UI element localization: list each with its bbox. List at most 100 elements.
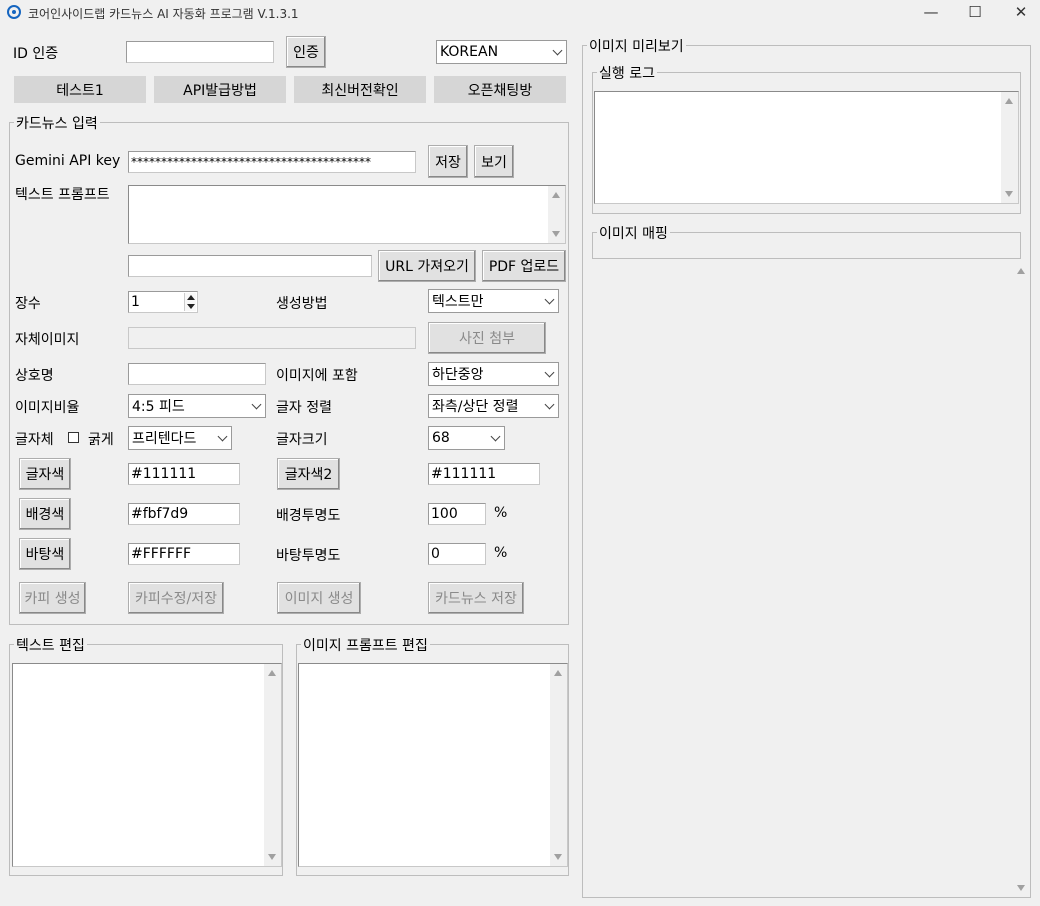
- bold-checkbox[interactable]: [68, 432, 79, 443]
- text-color-input[interactable]: #111111: [128, 463, 240, 485]
- window-title: 코어인사이드랩 카드뉴스 AI 자동화 프로그램 V.1.3.1: [28, 7, 299, 21]
- text-prompt-label: 텍스트 프롬프트: [15, 187, 110, 203]
- image-generate-button[interactable]: 이미지 생성: [277, 582, 361, 614]
- version-check-button[interactable]: 최신버전확인: [294, 76, 426, 103]
- image-mapping-title: 이미지 매핑: [597, 223, 670, 243]
- api-view-button[interactable]: 보기: [474, 145, 514, 178]
- cardnews-input-title: 카드뉴스 입력: [14, 113, 100, 133]
- gemini-api-label: Gemini API key: [15, 153, 121, 169]
- text-edit-textarea[interactable]: [12, 663, 282, 867]
- chevron-down-icon: [544, 399, 555, 410]
- font-select-value: 프리텐다드: [132, 431, 197, 447]
- method-label: 생성방법: [276, 296, 328, 312]
- api-save-button[interactable]: 저장: [428, 145, 468, 178]
- scroll-down-icon[interactable]: [1005, 191, 1013, 197]
- spin-arrows-icon[interactable]: [184, 293, 196, 311]
- count-label: 장수: [15, 296, 41, 312]
- include-select-value: 하단중앙: [432, 367, 484, 383]
- copy-generate-button[interactable]: 카피 생성: [19, 582, 86, 614]
- align-select[interactable]: 좌측/상단 정렬: [428, 394, 559, 418]
- company-input[interactable]: [128, 363, 266, 385]
- bold-label: 굵게: [88, 432, 114, 448]
- size-select[interactable]: 68: [428, 426, 505, 450]
- method-select[interactable]: 텍스트만: [428, 289, 559, 313]
- preview-scrollbar[interactable]: [1013, 262, 1030, 897]
- url-fetch-button[interactable]: URL 가져오기: [378, 250, 476, 282]
- base-opacity-label: 바탕투명도: [276, 548, 341, 564]
- title-bar: 코어인사이드랩 카드뉴스 AI 자동화 프로그램 V.1.3.1 — ☐ ✕: [0, 0, 1040, 26]
- size-select-value: 68: [432, 430, 450, 446]
- maximize-button[interactable]: ☐: [952, 0, 998, 26]
- own-image-path: [128, 327, 416, 349]
- font-select[interactable]: 프리텐다드: [128, 426, 232, 450]
- include-label: 이미지에 포함: [276, 368, 358, 384]
- bg-color-button[interactable]: 배경색: [19, 498, 71, 530]
- api-guide-button[interactable]: API발급방법: [154, 76, 286, 103]
- text-color2-input[interactable]: #111111: [428, 463, 540, 485]
- ratio-select-value: 4:5 피드: [132, 399, 185, 415]
- image-prompt-scrollbar[interactable]: [550, 664, 567, 866]
- text-edit-scrollbar[interactable]: [264, 664, 281, 866]
- count-value: 1: [131, 294, 140, 310]
- size-label: 글자크기: [276, 432, 328, 448]
- chevron-down-icon: [251, 399, 262, 410]
- method-select-value: 텍스트만: [432, 294, 484, 310]
- text-edit-title: 텍스트 편집: [14, 635, 87, 655]
- align-select-value: 좌측/상단 정렬: [432, 399, 519, 415]
- test1-button[interactable]: 테스트1: [14, 76, 146, 103]
- open-chat-button[interactable]: 오픈채팅방: [434, 76, 566, 103]
- execution-log-title: 실행 로그: [597, 63, 657, 83]
- text-color2-button[interactable]: 글자색2: [277, 458, 340, 490]
- copy-edit-save-button[interactable]: 카피수정/저장: [128, 582, 224, 614]
- image-prompt-edit-title: 이미지 프롬프트 편집: [301, 635, 430, 655]
- bg-color-input[interactable]: #fbf7d9: [128, 503, 240, 525]
- chevron-down-icon: [544, 367, 555, 378]
- gemini-api-input[interactable]: ****************************************: [128, 151, 416, 173]
- photo-attach-button[interactable]: 사진 첨부: [428, 322, 546, 354]
- id-input[interactable]: [126, 41, 274, 63]
- ratio-select[interactable]: 4:5 피드: [128, 394, 266, 418]
- auth-button[interactable]: 인증: [286, 36, 326, 68]
- chevron-down-icon: [552, 45, 563, 56]
- log-scrollbar[interactable]: [1001, 92, 1018, 203]
- app-logo-icon: [7, 5, 21, 19]
- image-preview-title: 이미지 미리보기: [587, 36, 686, 56]
- scroll-up-icon[interactable]: [552, 192, 560, 198]
- scroll-up-icon[interactable]: [1005, 98, 1013, 104]
- image-prompt-textarea[interactable]: [298, 663, 568, 867]
- scroll-down-icon[interactable]: [552, 231, 560, 237]
- text-prompt-textarea[interactable]: [128, 185, 566, 244]
- chevron-down-icon: [544, 294, 555, 305]
- scroll-down-icon[interactable]: [268, 854, 276, 860]
- base-opacity-input[interactable]: 0: [428, 543, 486, 565]
- scroll-up-icon[interactable]: [268, 670, 276, 676]
- ratio-label: 이미지비율: [15, 400, 80, 416]
- base-opacity-percent: %: [494, 545, 508, 561]
- scroll-up-icon[interactable]: [554, 670, 562, 676]
- scroll-down-icon[interactable]: [1017, 885, 1025, 891]
- base-color-input[interactable]: #FFFFFF: [128, 543, 240, 565]
- chevron-down-icon: [217, 431, 228, 442]
- close-button[interactable]: ✕: [998, 0, 1040, 26]
- scroll-down-icon[interactable]: [554, 854, 562, 860]
- bg-opacity-label: 배경투명도: [276, 508, 341, 524]
- own-image-label: 자체이미지: [15, 332, 80, 348]
- bg-opacity-input[interactable]: 100: [428, 503, 486, 525]
- scroll-up-icon[interactable]: [1017, 268, 1025, 274]
- include-select[interactable]: 하단중앙: [428, 362, 559, 386]
- execution-log-textarea[interactable]: [594, 91, 1019, 204]
- text-color-button[interactable]: 글자색: [19, 458, 71, 490]
- count-spinbox[interactable]: 1: [128, 291, 198, 313]
- align-label: 글자 정렬: [276, 400, 332, 416]
- prompt-scrollbar[interactable]: [548, 186, 565, 243]
- chevron-down-icon: [490, 431, 501, 442]
- url-input[interactable]: [128, 255, 372, 277]
- language-select[interactable]: KOREAN: [436, 40, 567, 64]
- cardnews-save-button[interactable]: 카드뉴스 저장: [428, 582, 524, 614]
- font-label: 글자체: [15, 432, 54, 448]
- pdf-upload-button[interactable]: PDF 업로드: [482, 250, 566, 282]
- base-color-button[interactable]: 바탕색: [19, 538, 71, 570]
- bg-opacity-percent: %: [494, 505, 508, 521]
- minimize-button[interactable]: —: [908, 0, 954, 26]
- id-auth-label: ID 인증: [13, 46, 59, 62]
